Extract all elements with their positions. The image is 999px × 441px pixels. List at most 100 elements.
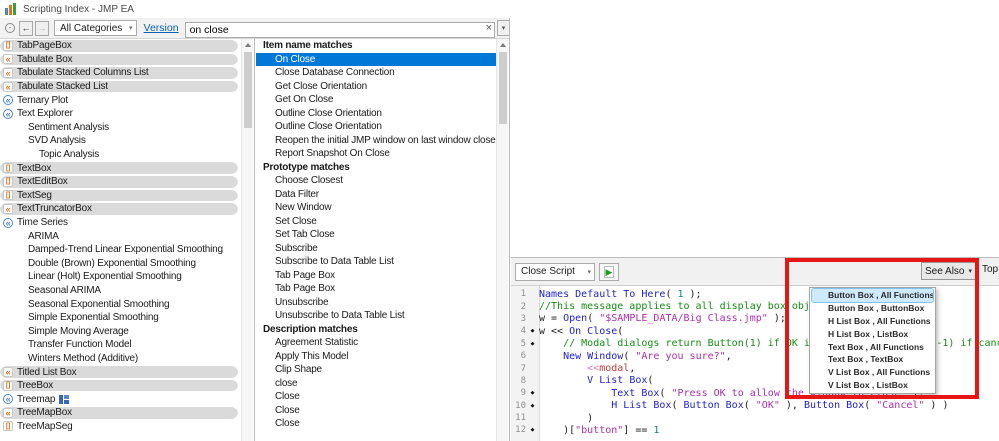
result-item[interactable]: Outline Close Orientation <box>256 120 496 134</box>
result-item[interactable]: Set Close <box>256 215 496 229</box>
category-list-item[interactable]: []TextSeg <box>0 189 238 203</box>
results-scrollbar[interactable] <box>496 39 508 441</box>
code-token: "button" <box>575 425 623 436</box>
category-list-item[interactable]: «TreeMapBox <box>0 406 238 420</box>
code-line[interactable]: 11 ) <box>511 412 999 424</box>
top-button-clipped[interactable]: Top <box>982 264 998 275</box>
category-list-item[interactable]: Seasonal ARIMA <box>0 284 241 298</box>
category-list-item[interactable]: «Titled List Box <box>0 365 238 379</box>
result-item[interactable]: Get On Close <box>256 93 496 107</box>
category-list-item[interactable]: []TreeMapSeg <box>0 420 241 434</box>
category-list-item[interactable]: «Time Series <box>0 216 241 230</box>
result-item[interactable]: Close <box>256 390 496 404</box>
result-item[interactable]: Apply This Model <box>256 350 496 364</box>
see-also-menu-item[interactable]: V List Box , All Functions <box>810 366 935 379</box>
see-also-menu-item[interactable]: H List Box , All Functions <box>810 315 935 328</box>
result-item[interactable]: Tab Page Box <box>256 282 496 296</box>
back-button[interactable]: ← <box>19 21 33 36</box>
category-list-item[interactable]: Sentiment Analysis <box>0 121 241 135</box>
category-list-item[interactable]: ARIMA <box>0 229 241 243</box>
category-dropdown[interactable]: All Categories ▾ <box>54 20 137 36</box>
category-list-item[interactable]: «Treemap <box>0 392 241 406</box>
left-scrollbar[interactable] <box>241 39 253 441</box>
category-list-item[interactable]: []TextBox <box>0 161 238 175</box>
display-box-icon: [] <box>3 41 13 51</box>
collapse-panel-button[interactable]: - <box>3 21 17 36</box>
result-item[interactable]: Data Filter <box>256 188 496 202</box>
category-list-item[interactable]: SVD Analysis <box>0 134 241 148</box>
category-list-item[interactable]: Seasonal Exponential Smoothing <box>0 297 241 311</box>
code-token: , <box>726 351 732 362</box>
result-item[interactable]: close <box>256 377 496 391</box>
category-list-item[interactable]: «Tabulate Stacked Columns List <box>0 66 238 80</box>
result-item[interactable]: New Window <box>256 201 496 215</box>
result-item[interactable]: Choose Closest <box>256 174 496 188</box>
result-item[interactable]: Clip Shape <box>256 363 496 377</box>
result-item[interactable]: Close <box>256 404 496 418</box>
result-item[interactable]: Get Close Orientation <box>256 80 496 94</box>
see-also-menu-item[interactable]: Button Box , All Functions <box>812 289 933 302</box>
category-list-item[interactable]: []TabPageBox <box>0 39 238 53</box>
display-box-icon: [] <box>3 163 13 173</box>
run-script-button[interactable]: ▶ <box>599 263 619 281</box>
version-link[interactable]: Version <box>144 22 179 34</box>
result-item[interactable]: Subscribe <box>256 242 496 256</box>
see-also-menu-item[interactable]: Text Box , TextBox <box>810 353 935 366</box>
result-item[interactable]: Close Database Connection <box>256 66 496 80</box>
result-item[interactable]: On Close <box>256 53 496 67</box>
category-label: TextEditBox <box>17 176 68 187</box>
search-results-panel: Item name matchesOn CloseClose Database … <box>256 39 496 441</box>
code-line[interactable]: 12◆ )["button"] == 1 <box>511 424 999 436</box>
clear-search-icon[interactable]: × <box>486 21 492 35</box>
category-list-item[interactable]: Damped-Trend Linear Exponential Smoothin… <box>0 243 241 257</box>
search-input[interactable] <box>185 22 495 38</box>
see-also-menu-item[interactable]: H List Box , ListBox <box>810 328 935 341</box>
code-line[interactable]: 10◆ H List Box( Button Box( "OK" ), Butt… <box>511 400 999 412</box>
result-item[interactable]: Report Snapshot On Close <box>256 147 496 161</box>
category-list-item[interactable]: Simple Moving Average <box>0 324 241 338</box>
category-list-item[interactable]: Simple Exponential Smoothing <box>0 311 241 325</box>
result-item[interactable]: Agreement Statistic <box>256 336 496 350</box>
result-item[interactable]: Close <box>256 417 496 431</box>
code-token: "OK" <box>756 400 780 411</box>
script-selector-label: Close Script <box>521 266 575 277</box>
category-list-item[interactable]: Winters Method (Additive) <box>0 352 241 366</box>
see-also-menu-item[interactable]: Button Box , ButtonBox <box>810 302 935 315</box>
result-item[interactable]: Unsubscribe <box>256 296 496 310</box>
scrollbar-thumb[interactable] <box>499 52 507 124</box>
category-list-item[interactable]: «TextTruncatorBox <box>0 202 238 216</box>
result-item[interactable]: Tab Page Box <box>256 269 496 283</box>
category-label: Tabulate Stacked List <box>17 81 108 92</box>
category-list-item[interactable]: Double (Brown) Exponential Smoothing <box>0 257 241 271</box>
category-list-item[interactable]: «Text Explorer <box>0 107 241 121</box>
see-also-menu-item[interactable]: Text Box , All Functions <box>810 341 935 354</box>
result-item[interactable]: Set Tab Close <box>256 228 496 242</box>
category-list-item[interactable]: Linear (Holt) Exponential Smoothing <box>0 270 241 284</box>
result-item[interactable]: Outline Close Orientation <box>256 107 496 121</box>
category-list-item[interactable]: []TreeBox <box>0 379 238 393</box>
result-item[interactable]: Reopen the initial JMP window on last wi… <box>256 134 496 148</box>
category-list-item[interactable]: []TextEditBox <box>0 175 238 189</box>
result-item[interactable]: Unsubscribe to Data Table List <box>256 309 496 323</box>
category-label: SVD Analysis <box>28 135 86 146</box>
category-list-item[interactable]: «Tabulate Stacked List <box>0 80 238 94</box>
category-list-item[interactable]: «Tabulate Box <box>0 53 238 67</box>
category-list-item[interactable]: «Ternary Plot <box>0 93 241 107</box>
see-also-button[interactable]: See Also ▾ <box>921 262 976 280</box>
category-label: TreeMapBox <box>17 407 72 418</box>
category-list-item[interactable]: Transfer Function Model <box>0 338 241 352</box>
platform-icon: « <box>3 218 13 228</box>
category-list-item[interactable]: Topic Analysis <box>0 148 241 162</box>
code-token <box>539 363 587 374</box>
script-selector-dropdown[interactable]: Close Script ▾ <box>515 263 595 281</box>
code-token: ( <box>617 326 623 337</box>
forward-button[interactable]: → <box>35 21 49 36</box>
code-token: w = <box>539 313 563 324</box>
see-also-menu-item[interactable]: V List Box , ListBox <box>810 379 935 392</box>
code-token: , <box>629 363 635 374</box>
scrollbar-thumb[interactable] <box>244 52 252 128</box>
result-item[interactable]: Subscribe to Data Table List <box>256 255 496 269</box>
code-token: Button Box <box>804 400 864 411</box>
search-field-wrap: × <box>185 20 495 36</box>
code-token: ), <box>780 400 804 411</box>
